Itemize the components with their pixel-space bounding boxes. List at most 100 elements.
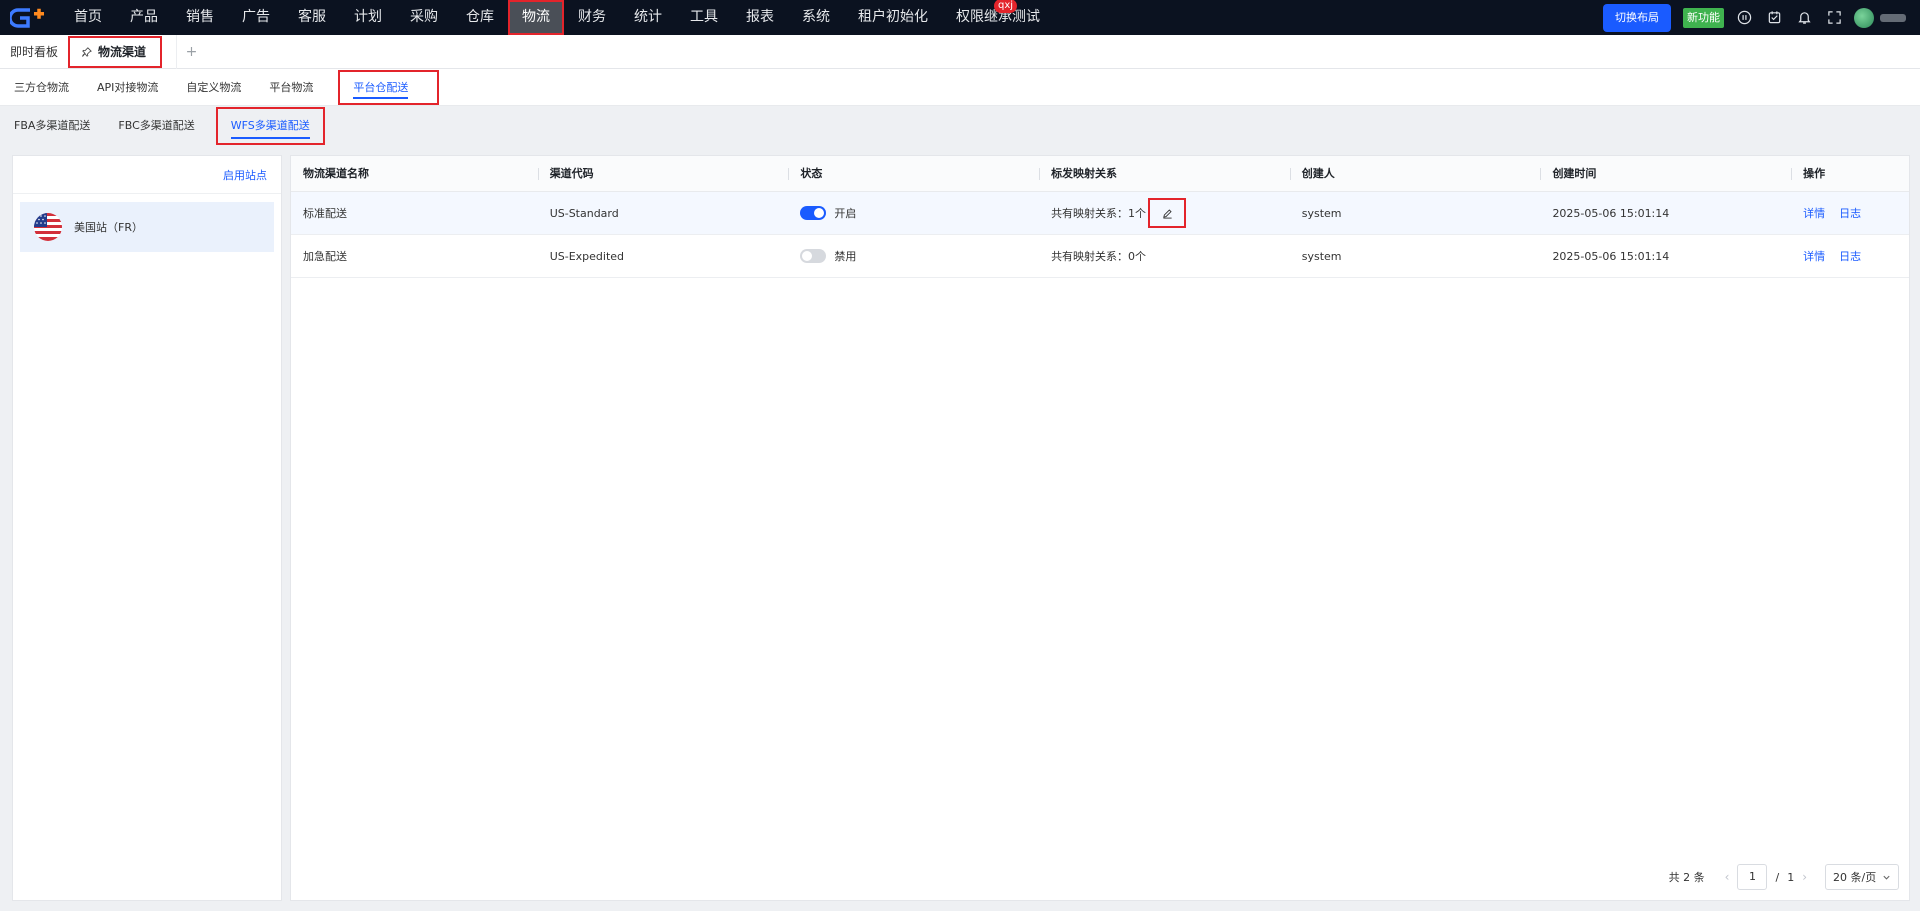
edit-mapping-button[interactable]: [1148, 198, 1187, 228]
tab-label: 物流渠道: [98, 45, 147, 59]
nav-item-tenant-init[interactable]: 租户初始化: [844, 0, 942, 35]
tab-platform-warehouse-delivery[interactable]: 平台仓配送: [337, 69, 440, 106]
total-count: 共 2 条: [1668, 871, 1705, 884]
top-navigation: 首页 产品 销售 广告 客服 计划 采购 仓库 物流 财务 统计 工具 报表 系统 租户初始化 权限继承测试 q…: [0, 0, 1920, 35]
status-cell: 禁用: [788, 235, 1039, 278]
chevron-down-icon: [1883, 875, 1890, 880]
nav-item-tools[interactable]: 工具: [676, 0, 732, 35]
nav-item-plan[interactable]: 计划: [340, 0, 396, 35]
task-check-icon[interactable]: [1764, 8, 1784, 28]
nav-item-label: 仓库: [466, 9, 494, 25]
nav-item-product[interactable]: 产品: [116, 0, 172, 35]
nav-item-ads[interactable]: 广告: [228, 0, 284, 35]
logo-icon: [10, 7, 44, 28]
fullscreen-icon[interactable]: [1824, 8, 1844, 28]
page-tabs: 即时看板 物流渠道 +: [0, 34, 1920, 69]
status-toggle[interactable]: [800, 249, 827, 263]
channel-table-panel: 物流渠道名称 渠道代码 状态 标发映射关系 创建人 创建时间 操作 标准配送 U…: [290, 155, 1910, 901]
bell-icon[interactable]: [1794, 8, 1814, 28]
nav-item-system[interactable]: 系统: [788, 0, 844, 35]
nav-item-warehouse[interactable]: 仓库: [452, 0, 508, 35]
tab-fbc-multichannel[interactable]: FBC多渠道配送: [104, 106, 208, 146]
us-flag-icon: [34, 213, 62, 241]
nav-item-service[interactable]: 客服: [284, 0, 340, 35]
nav-item-label: 工具: [690, 9, 718, 25]
mapping-text: 共有映射关系：1个: [1051, 207, 1147, 220]
created-time: 2025-05-06 15:01:14: [1552, 249, 1670, 263]
nav-item-label: 系统: [802, 9, 830, 25]
log-link[interactable]: 日志: [1839, 248, 1861, 264]
enable-site-link[interactable]: 启用站点: [223, 167, 267, 183]
col-created-time: 创建时间: [1540, 156, 1791, 192]
log-link[interactable]: 日志: [1839, 205, 1861, 221]
nav-item-reports[interactable]: 报表: [732, 0, 788, 35]
nav-item-label: 财务: [578, 9, 606, 25]
actions-cell: 详情 日志: [1791, 192, 1909, 235]
platform-warehouse-tabs: FBA多渠道配送 FBC多渠道配送 WFS多渠道配送: [0, 106, 1920, 146]
site-panel: 启用站点 美国站（FR）: [12, 155, 282, 901]
page-input[interactable]: 1: [1737, 864, 1768, 890]
channel-name: 标准配送: [303, 207, 347, 220]
username-redacted: [1880, 13, 1906, 22]
creator: system: [1301, 249, 1342, 263]
nav-item-label: 销售: [186, 9, 214, 25]
nav-item-label: 物流: [522, 9, 550, 25]
next-page-icon[interactable]: ›: [1802, 870, 1807, 884]
pin-icon[interactable]: [82, 47, 92, 57]
status-toggle[interactable]: [800, 206, 827, 220]
logistics-type-tabs: 三方仓物流 API对接物流 自定义物流 平台物流 平台仓配送: [0, 69, 1920, 106]
add-tab-button[interactable]: +: [176, 34, 206, 69]
switch-layout-button[interactable]: 切换布局: [1603, 3, 1671, 32]
mapping-text: 共有映射关系：0个: [1051, 250, 1147, 263]
col-status: 状态: [788, 156, 1039, 192]
tab-logistics-channel[interactable]: 物流渠道: [68, 36, 163, 68]
nav-item-label: 首页: [74, 9, 102, 25]
col-channel-name: 物流渠道名称: [303, 166, 369, 180]
new-feature-badge[interactable]: 新功能: [1683, 7, 1724, 28]
mapping-cell: 共有映射关系：0个: [1039, 235, 1290, 278]
page-size-select[interactable]: 20 条/页: [1825, 864, 1899, 890]
status-cell: 开启: [788, 192, 1039, 235]
creator: system: [1301, 206, 1342, 220]
nav-item-logistics[interactable]: 物流: [508, 0, 564, 35]
nav-item-finance[interactable]: 财务: [564, 0, 620, 35]
tab-platform-logistics[interactable]: 平台物流: [255, 69, 327, 106]
site-panel-header: 启用站点: [13, 156, 281, 194]
pause-circle-icon[interactable]: [1734, 8, 1754, 28]
status-text: 开启: [834, 207, 857, 220]
actions-cell: 详情 日志: [1791, 235, 1909, 278]
site-label: 美国站（FR）: [74, 221, 143, 234]
tab-wfs-multichannel[interactable]: WFS多渠道配送: [215, 106, 326, 146]
nav-item-label: 客服: [298, 9, 326, 25]
table-row: 标准配送 US-Standard 开启 共有映射关系：1个 system 202…: [291, 192, 1909, 235]
table-header: 物流渠道名称 渠道代码 状态 标发映射关系 创建人 创建时间 操作: [291, 156, 1909, 192]
nav-item-label: 租户初始化: [858, 9, 928, 25]
nav-item-home[interactable]: 首页: [60, 0, 116, 35]
table-row: 加急配送 US-Expedited 禁用 共有映射关系：0个 system 20…: [291, 235, 1909, 278]
tab-fba-multichannel[interactable]: FBA多渠道配送: [0, 106, 104, 146]
nav-item-label: 报表: [746, 9, 774, 25]
status-text: 禁用: [834, 250, 857, 263]
user-badge: qxj: [994, 0, 1018, 13]
detail-link[interactable]: 详情: [1803, 248, 1825, 264]
tab-api-logistics[interactable]: API对接物流: [83, 69, 172, 106]
nav-item-purchase[interactable]: 采购: [396, 0, 452, 35]
prev-page-icon[interactable]: ‹: [1725, 870, 1730, 884]
nav-item-stats[interactable]: 统计: [620, 0, 676, 35]
user-menu[interactable]: [1854, 7, 1906, 28]
tab-custom-logistics[interactable]: 自定义物流: [172, 69, 255, 106]
nav-item-label: 采购: [410, 9, 438, 25]
app-logo[interactable]: [0, 0, 60, 35]
site-item-us[interactable]: 美国站（FR）: [20, 202, 274, 252]
total-pages: 1: [1787, 870, 1795, 884]
mapping-cell: 共有映射关系：1个: [1039, 192, 1290, 235]
nav-item-sales[interactable]: 销售: [172, 0, 228, 35]
col-channel-code: 渠道代码: [537, 156, 789, 192]
col-mapping: 标发映射关系: [1039, 156, 1290, 192]
tab-dashboard[interactable]: 即时看板: [0, 35, 68, 69]
nav-item-permission-test[interactable]: 权限继承测试 qxj: [942, 0, 1054, 35]
channel-code: US-Expedited: [549, 249, 625, 263]
tab-third-party-warehouse[interactable]: 三方仓物流: [0, 69, 83, 106]
detail-link[interactable]: 详情: [1803, 205, 1825, 221]
nav-item-label: 广告: [242, 9, 270, 25]
